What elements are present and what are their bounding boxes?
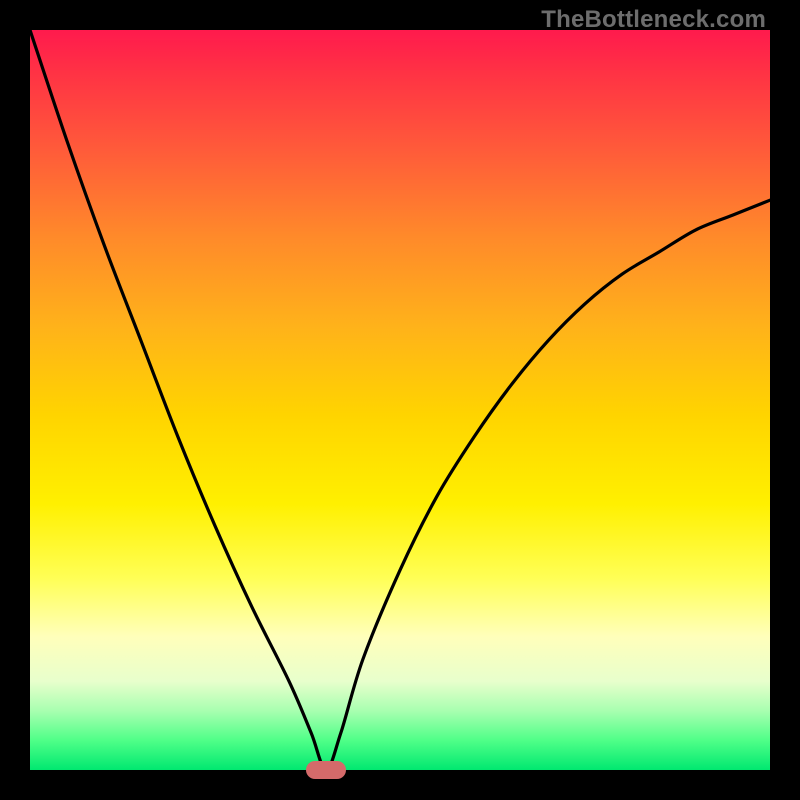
- watermark-text: TheBottleneck.com: [541, 6, 766, 34]
- optimal-point-marker: [306, 761, 346, 779]
- chart-frame: TheBottleneck.com: [0, 0, 800, 800]
- bottleneck-curve: [30, 30, 770, 770]
